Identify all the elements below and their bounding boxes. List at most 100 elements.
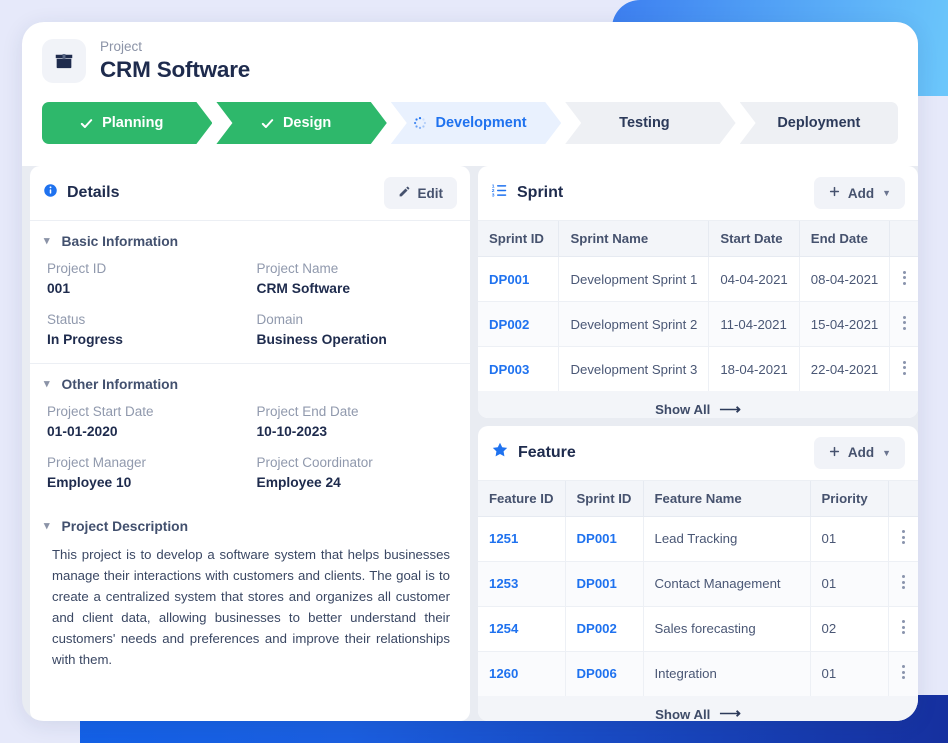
feature-priority-cell: 01	[810, 561, 889, 607]
sprint-name-cell: Development Sprint 2	[558, 301, 710, 347]
kebab-menu-icon	[901, 663, 905, 682]
detail-field: Project Start Date 01-01-2020	[47, 402, 247, 441]
table-row[interactable]: 1254 DP002 Sales forecasting 02	[478, 606, 918, 652]
feature-title: Feature	[518, 443, 576, 461]
feature-sprint-id-link[interactable]: DP001	[565, 516, 644, 562]
plus-icon	[828, 445, 841, 461]
row-menu-button[interactable]	[889, 256, 918, 302]
details-sections: ▾ Basic Information Project ID 001 Project N…	[30, 221, 470, 506]
details-field-grid: Project ID 001 Project Name CRM Software Sta…	[44, 259, 456, 349]
feature-priority-cell: 01	[810, 651, 889, 696]
check-icon	[79, 116, 94, 131]
sprint-show-all-button[interactable]: Show All ⟶	[478, 391, 918, 418]
sprint-id-link[interactable]: DP002	[478, 301, 560, 347]
edit-button[interactable]: Edit	[383, 177, 457, 209]
feature-sprint-id-link[interactable]: DP006	[565, 651, 644, 696]
sprint-title: Sprint	[517, 184, 564, 201]
kebab-menu-icon	[902, 268, 906, 287]
detail-field-value: 01-01-2020	[47, 424, 118, 439]
step-deployment[interactable]: Deployment	[739, 102, 899, 144]
sprint-col-header: Sprint Name	[558, 221, 710, 257]
details-section-header[interactable]: ▾ Other Information	[44, 377, 456, 392]
feature-id-link[interactable]: 1251	[478, 516, 566, 562]
kebab-menu-icon	[901, 573, 905, 592]
description-section: ▾ Project Description This project is to…	[30, 506, 470, 684]
kebab-menu-icon	[902, 313, 906, 332]
ordered-list-icon: 1 2 3	[491, 182, 508, 204]
step-testing[interactable]: Testing	[565, 102, 735, 144]
kebab-menu-icon	[902, 358, 906, 377]
sprint-panel-header: 1 2 3 Sprint Add ▼	[478, 166, 918, 221]
feature-show-all-button[interactable]: Show All ⟶	[478, 695, 918, 721]
step-label: Testing	[619, 115, 670, 131]
step-planning[interactable]: Planning	[42, 102, 212, 144]
step-development[interactable]: Development	[391, 102, 561, 144]
kebab-menu-icon	[901, 618, 905, 637]
row-menu-button[interactable]	[890, 347, 918, 392]
feature-name-cell: Lead Tracking	[643, 516, 811, 562]
details-field-grid: Project Start Date 01-01-2020 Project End …	[44, 402, 456, 492]
sprint-panel: 1 2 3 Sprint Add ▼ Sprint ID Sprint Name…	[478, 166, 918, 418]
details-column: Details Edit ▾ Basic Information Project I…	[30, 166, 470, 721]
details-panel-header: Details Edit	[30, 166, 470, 221]
detail-field-label: Status	[47, 312, 86, 327]
sprint-col-header: Sprint ID	[478, 221, 560, 257]
feature-title-group: Feature	[491, 441, 576, 464]
feature-id-link[interactable]: 1254	[478, 606, 566, 652]
detail-field: Status In Progress	[47, 310, 247, 349]
project-header-card: Project CRM Software Planning Design Devel…	[22, 22, 918, 166]
main-content: Details Edit ▾ Basic Information Project I…	[22, 166, 918, 721]
sprint-add-button[interactable]: Add ▼	[813, 177, 905, 209]
feature-table-header-row: Feature ID Sprint ID Feature Name Priority	[478, 480, 918, 517]
row-menu-button[interactable]	[888, 606, 918, 652]
sprint-col-header-actions	[889, 221, 918, 257]
star-icon	[491, 441, 509, 464]
sprint-table-body: DP001 Development Sprint 1 04-04-2021 08-04…	[478, 256, 918, 392]
table-row[interactable]: 1251 DP001 Lead Tracking 01	[478, 516, 918, 562]
feature-show-all-label: Show All	[655, 706, 711, 721]
check-icon	[260, 116, 275, 131]
detail-field: Project Coordinator Employee 24	[257, 453, 457, 492]
feature-sprint-id-link[interactable]: DP001	[565, 561, 644, 607]
feature-add-button[interactable]: Add ▼	[813, 436, 905, 469]
row-menu-button[interactable]	[888, 651, 918, 696]
table-row[interactable]: 1253 DP001 Contact Management 01	[478, 561, 918, 607]
sprint-table: Sprint ID Sprint Name Start Date End Date D…	[478, 221, 918, 391]
sprint-start-date-cell: 18-04-2021	[708, 346, 800, 391]
table-row[interactable]: DP003 Development Sprint 3 18-04-2021 22-04…	[478, 346, 918, 392]
feature-col-header: Feature ID	[478, 480, 566, 517]
row-menu-button[interactable]	[889, 301, 918, 347]
detail-field: Project Manager Employee 10	[47, 453, 247, 492]
feature-name-cell: Integration	[643, 651, 811, 696]
chevron-down-icon: ▾	[44, 520, 50, 532]
description-section-header[interactable]: ▾ Project Description	[44, 519, 456, 534]
table-row[interactable]: DP002 Development Sprint 2 11-04-2021 15-04…	[478, 301, 918, 347]
sprint-id-link[interactable]: DP003	[478, 346, 560, 391]
table-row[interactable]: DP001 Development Sprint 1 04-04-2021 08-04…	[478, 256, 918, 302]
feature-name-cell: Sales forecasting	[643, 606, 811, 652]
feature-col-header: Sprint ID	[565, 480, 644, 517]
feature-id-link[interactable]: 1253	[478, 561, 566, 607]
sprint-id-link[interactable]: DP001	[478, 256, 560, 302]
detail-field-value: In Progress	[47, 332, 123, 347]
detail-field-label: Project ID	[47, 261, 107, 276]
sprint-start-date-cell: 11-04-2021	[708, 301, 800, 347]
detail-field: Project ID 001	[47, 259, 247, 298]
row-menu-button[interactable]	[888, 516, 918, 562]
feature-id-link[interactable]: 1260	[478, 651, 566, 696]
feature-sprint-id-link[interactable]: DP002	[565, 606, 644, 652]
detail-field-value: CRM Software	[256, 281, 351, 296]
project-label: Project	[100, 39, 143, 54]
info-icon	[43, 183, 58, 203]
details-section-header[interactable]: ▾ Basic Information	[44, 234, 456, 249]
detail-field-label: Project Manager	[47, 455, 147, 470]
table-row[interactable]: 1260 DP006 Integration 01	[478, 651, 918, 696]
sprint-col-header: End Date	[799, 221, 891, 257]
details-section-heading: Other Information	[61, 377, 179, 392]
step-design[interactable]: Design	[216, 102, 386, 144]
description-heading: Project Description	[61, 519, 189, 534]
feature-panel-header: Feature Add ▼	[478, 426, 918, 481]
details-title-group: Details	[43, 183, 119, 203]
row-menu-button[interactable]	[888, 561, 918, 607]
project-description-text: This project is to develop a software sy…	[52, 547, 450, 667]
